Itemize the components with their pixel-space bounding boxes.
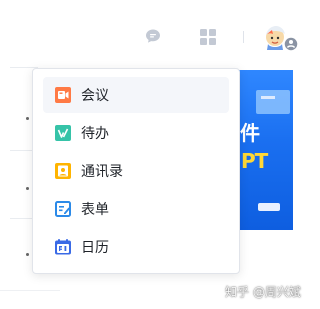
chat-button[interactable] — [144, 27, 162, 45]
list-bullet — [26, 253, 29, 256]
keyboard-icon — [258, 203, 280, 211]
banner-text-line1: 件 — [240, 121, 260, 145]
menu-item-label: 通讯录 — [81, 164, 123, 180]
banner-text-line2: PT — [241, 149, 268, 173]
menu-item-meeting[interactable]: 会议 — [43, 77, 229, 113]
menu-item-label: 日历 — [81, 240, 109, 256]
menu-item-label: 待办 — [81, 126, 109, 142]
menu-item-contacts[interactable]: 通讯录 — [43, 153, 229, 189]
chat-bubble-icon — [146, 29, 160, 43]
menu-item-form[interactable]: 表单 — [43, 191, 229, 227]
user-avatar-icon — [266, 26, 299, 52]
menu-item-label: 表单 — [81, 202, 109, 218]
meeting-icon — [55, 87, 71, 103]
contacts-icon — [55, 163, 71, 179]
list-bullet — [26, 187, 29, 190]
toolbar-divider — [243, 31, 244, 43]
list-divider — [0, 290, 60, 291]
menu-item-label: 会议 — [81, 88, 109, 104]
todo-icon — [55, 125, 71, 141]
calendar-icon — [55, 239, 71, 255]
app-menu-dropdown: 会议 待办 通讯录 表单 日历 — [32, 68, 240, 274]
menu-item-todo[interactable]: 待办 — [43, 115, 229, 151]
top-bar — [0, 0, 309, 66]
app-launcher-button[interactable] — [199, 28, 217, 46]
menu-item-calendar[interactable]: 日历 — [43, 229, 229, 265]
user-avatar-button[interactable] — [262, 24, 302, 56]
promo-banner[interactable]: 件 PT — [238, 70, 293, 230]
list-bullet — [26, 117, 29, 120]
watermark: 知乎 @周兴斌 — [225, 285, 301, 299]
app-grid-icon — [200, 29, 216, 45]
banner-card-graphic — [256, 90, 290, 114]
form-icon — [55, 201, 71, 217]
